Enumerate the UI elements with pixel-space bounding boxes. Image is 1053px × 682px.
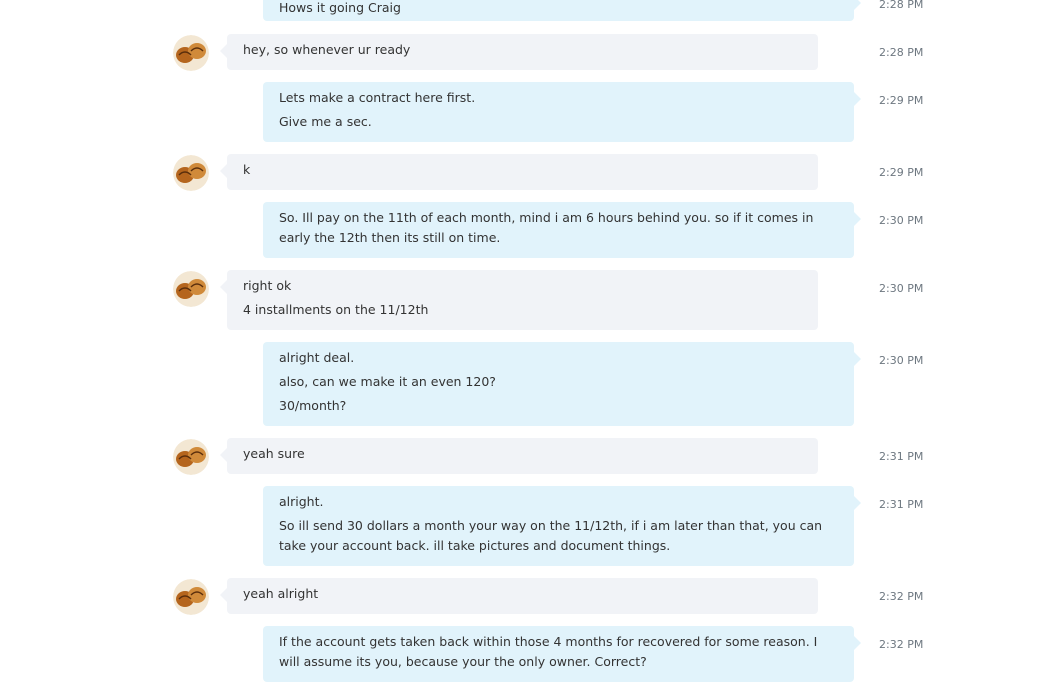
message-text: also, can we make it an even 120? [279,374,496,389]
message-text: right ok [243,278,292,293]
message-text: alright deal. [279,350,355,365]
contact-avatar-icon[interactable] [173,439,209,475]
message-timestamp: 2:31 PM [879,450,924,463]
message-text: So. Ill pay on the 11th of each month, m… [279,210,814,245]
message-bubble-incoming[interactable]: yeah sure [220,438,818,474]
contact-avatar-icon[interactable] [173,271,209,307]
message-bubble-outgoing[interactable]: If the account gets taken back within th… [263,626,861,682]
message-timestamp: 2:30 PM [879,214,924,227]
message-bubble-outgoing[interactable]: Hows it going Craig [263,0,861,21]
message-text: Hows it going Craig [279,0,401,15]
message-bubble-outgoing[interactable]: So. Ill pay on the 11th of each month, m… [263,202,861,258]
message-text: Lets make a contract here first. [279,90,476,105]
message-bubble-incoming[interactable]: hey, so whenever ur ready [220,34,818,70]
message-text: k [243,162,251,177]
contact-avatar-icon[interactable] [173,35,209,71]
contact-avatar-icon[interactable] [173,579,209,615]
message-text: yeah alright [243,586,319,601]
message-text: 4 installments on the 11/12th [243,302,429,317]
message-bubble-outgoing[interactable]: Lets make a contract here first. Give me… [263,82,861,142]
message-text: alright. [279,494,324,509]
message-text: 30/month? [279,398,347,413]
message-timestamp: 2:32 PM [879,590,924,603]
message-timestamp: 2:28 PM [879,46,924,59]
message-timestamp: 2:28 PM [879,0,924,11]
message-text: Give me a sec. [279,114,372,129]
message-timestamp: 2:32 PM [879,638,924,651]
message-text: yeah sure [243,446,305,461]
message-text: hey, so whenever ur ready [243,42,411,57]
message-timestamp: 2:30 PM [879,354,924,367]
message-text: So ill send 30 dollars a month your way … [279,518,823,553]
message-bubble-outgoing[interactable]: alright. So ill send 30 dollars a month … [263,486,861,566]
message-timestamp: 2:29 PM [879,94,924,107]
message-bubble-incoming[interactable]: k [220,154,818,190]
message-bubble-incoming[interactable]: yeah alright [220,578,818,614]
message-text: If the account gets taken back within th… [279,634,818,669]
message-timestamp: 2:29 PM [879,166,924,179]
contact-avatar-icon[interactable] [173,155,209,191]
message-bubble-outgoing[interactable]: alright deal. also, can we make it an ev… [263,342,861,426]
message-timestamp: 2:30 PM [879,282,924,295]
message-bubble-incoming[interactable]: right ok 4 installments on the 11/12th [220,270,818,330]
message-timestamp: 2:31 PM [879,498,924,511]
